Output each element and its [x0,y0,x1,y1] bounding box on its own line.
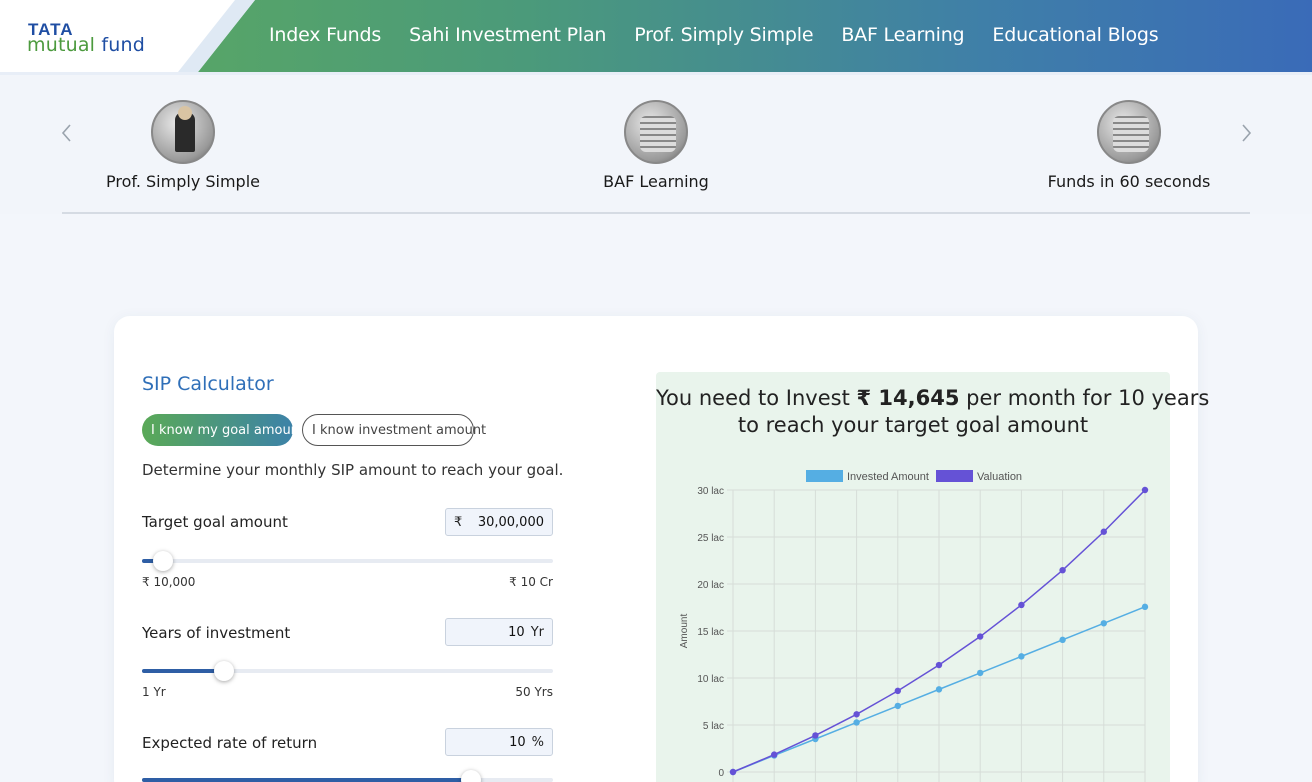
carousel-next-arrow-icon[interactable] [1239,122,1253,144]
nav-baf-learning[interactable]: BAF Learning [841,24,964,46]
carousel-prev-arrow-icon[interactable] [60,122,74,144]
data-point [977,669,984,677]
data-point [853,719,860,726]
target-goal-min: ₹ 10,000 [142,575,196,589]
mode-goal-amount-button[interactable]: I know my goal amount [142,414,304,446]
y-tick-label: 15 lac [697,627,724,638]
professor-avatar-icon [151,100,215,164]
y-tick-label: 0 [718,768,724,779]
logo-mutual-word: mutual [27,34,96,56]
brand-logo[interactable]: TATA mutual fund [0,0,255,72]
rate-suffix: % [531,734,544,750]
data-point [894,702,901,710]
data-point [1100,528,1107,535]
data-point [1100,620,1107,627]
data-point [977,633,984,640]
rate-value: 10 [509,734,526,750]
nav-prof-simply-simple[interactable]: Prof. Simply Simple [634,24,813,46]
data-point [935,661,943,669]
data-point [771,751,778,758]
carousel-item-label: Funds in 60 seconds [1047,172,1211,191]
years-slider[interactable] [142,661,553,681]
target-goal-max: ₹ 10 Cr [509,575,553,589]
rate-input[interactable]: 10 % [445,728,553,756]
years-min: 1 Yr [142,685,166,699]
data-point [1141,603,1149,611]
target-goal-slider[interactable] [142,551,553,571]
target-goal-input[interactable]: ₹ 30,00,000 [445,508,553,536]
sip-growth-chart: 0 5 lac 10 lac 15 lac 20 lac 25 lac 30 lac Amou… [679,470,1149,782]
rupee-prefix: ₹ [454,514,463,530]
years-label: Years of investment [142,624,291,642]
coins-avatar-icon [624,100,688,164]
rate-slider-thumb[interactable] [460,770,481,782]
years-max: 50 Yrs [515,685,553,699]
carousel-divider [62,212,1250,214]
y-tick-label: 20 lac [697,580,724,591]
calculator-description: Determine your monthly SIP amount to rea… [142,461,564,479]
data-point [729,768,737,776]
rate-slider[interactable] [142,770,553,782]
data-point [812,732,819,739]
rate-label: Expected rate of return [142,734,318,752]
carousel-item-baf-learning[interactable]: BAF Learning [576,100,736,191]
legend-swatch [936,470,973,482]
logo-mutual-fund-text: mutual fund [27,34,145,56]
y-tick-label: 10 lac [697,674,724,685]
carousel-item-prof-simply-simple[interactable]: Prof. Simply Simple [103,100,263,191]
target-goal-value: 30,00,000 [477,514,544,530]
years-suffix: Yr [530,624,544,640]
calculator-title: SIP Calculator [142,373,274,395]
y-tick-label: 30 lac [697,486,724,497]
carousel-item-funds-in-60-seconds[interactable]: Funds in 60 seconds [1044,100,1214,191]
data-point [1059,566,1066,574]
mode-investment-amount-button[interactable]: I know investment amount [302,414,486,446]
carousel-item-label: BAF Learning [603,172,709,191]
data-point [1018,601,1025,609]
data-point [935,686,943,693]
logo-fund-word: fund [101,34,146,56]
carousel-item-label: Prof. Simply Simple [106,172,260,191]
nav-sahi-investment-plan[interactable]: Sahi Investment Plan [409,24,606,46]
target-goal-label: Target goal amount [142,513,288,531]
data-point [853,711,860,718]
data-point [1059,636,1066,644]
y-axis-label: Amount [679,614,690,649]
years-value: 10 [508,624,525,640]
slider-fill [142,669,225,673]
nav-index-funds[interactable]: Index Funds [269,24,381,46]
data-point [1141,486,1149,494]
data-point [894,687,901,695]
data-point [1018,653,1025,660]
legend-swatch [806,470,843,482]
years-input[interactable]: 10 Yr [445,618,553,646]
legend-label: Invested Amount [847,471,929,483]
target-goal-slider-thumb[interactable] [152,551,173,571]
nav-educational-blogs[interactable]: Educational Blogs [992,24,1158,46]
main-nav: Index Funds Sahi Investment Plan Prof. S… [269,24,1159,46]
top-header: TATA mutual fund Index Funds Sahi Invest… [0,0,1312,72]
y-tick-label: 25 lac [697,533,724,544]
legend-label: Valuation [977,471,1022,483]
y-tick-label: 5 lac [703,721,724,732]
coins-avatar-icon [1097,100,1161,164]
slider-fill [142,778,471,782]
